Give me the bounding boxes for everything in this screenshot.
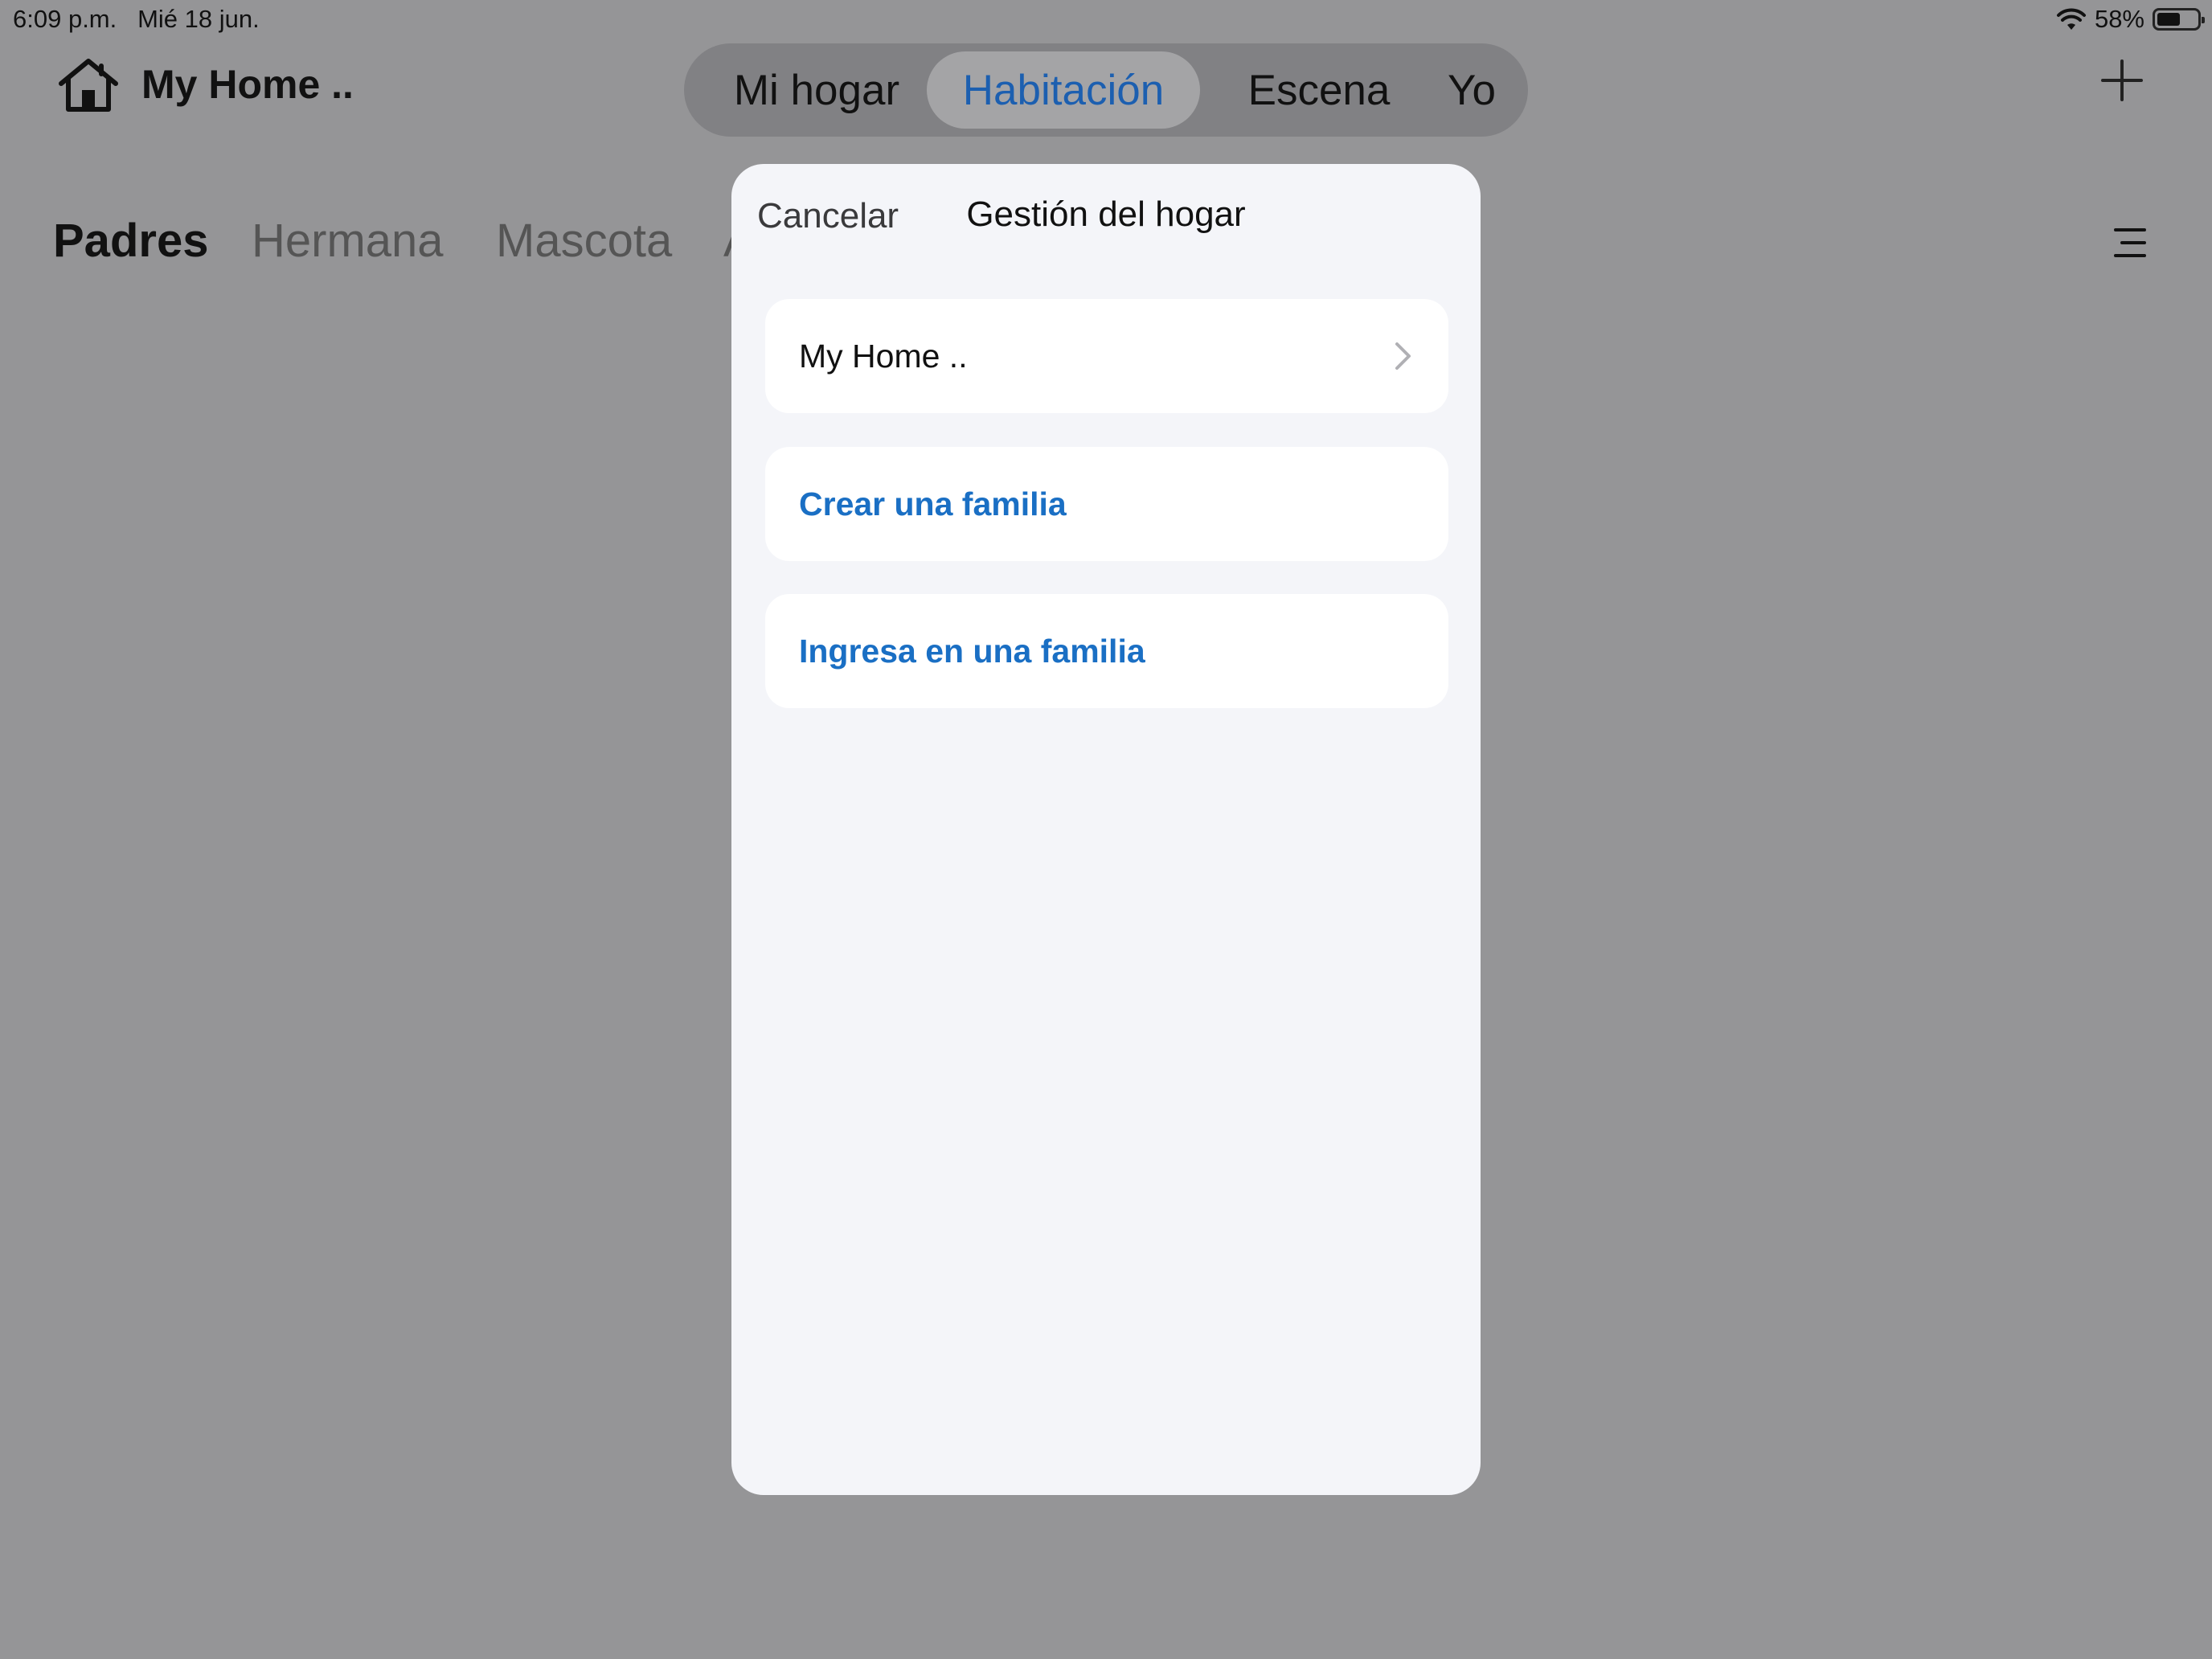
tab-mi-hogar[interactable]: Mi hogar [692, 51, 941, 129]
home-selector[interactable]: My Home .. [56, 56, 354, 113]
status-bar-time-date: 6:09 p.m. Mié 18 jun. [13, 5, 260, 34]
status-date: Mié 18 jun. [137, 5, 260, 33]
home-item-label: My Home .. [799, 337, 968, 375]
room-tab-padres[interactable]: Padres [53, 214, 208, 268]
home-list-item[interactable]: My Home .. [765, 299, 1448, 413]
battery-level [2157, 13, 2180, 26]
room-tab-hermana[interactable]: Hermana [252, 214, 444, 268]
cancel-button[interactable]: Cancelar [757, 196, 899, 236]
home-name: My Home .. [141, 62, 354, 107]
create-family-label: Crear una familia [799, 485, 1067, 522]
tab-escena[interactable]: Escena [1210, 51, 1428, 129]
tab-yo[interactable]: Yo [1423, 51, 1520, 129]
battery-percent: 58% [2094, 5, 2144, 33]
room-tab-mascota[interactable]: Mascota [496, 214, 672, 268]
main-navigation-tabs: Mi hogar Habitación Escena Yo [684, 43, 1528, 137]
join-family-button[interactable]: Ingresa en una familia [765, 594, 1448, 708]
battery-icon [2153, 8, 2205, 31]
screen: 6:09 p.m. Mié 18 jun. 58% My Home .. Mi … [0, 0, 2212, 1659]
join-family-label: Ingresa en una familia [799, 632, 1145, 670]
home-management-modal: Gestión del hogar Cancelar My Home .. Cr… [731, 164, 1481, 1495]
tab-habitacion[interactable]: Habitación [927, 51, 1200, 129]
house-icon [59, 59, 118, 112]
wifi-icon [2056, 8, 2086, 30]
create-family-button[interactable]: Crear una familia [765, 447, 1448, 561]
chevron-right-icon [1395, 342, 1411, 370]
list-menu-icon[interactable] [2112, 227, 2148, 259]
status-time: 6:09 p.m. [13, 5, 117, 33]
battery-nub [2202, 17, 2205, 23]
status-bar-right: 58% [2056, 5, 2205, 34]
plus-icon[interactable] [2098, 56, 2146, 104]
